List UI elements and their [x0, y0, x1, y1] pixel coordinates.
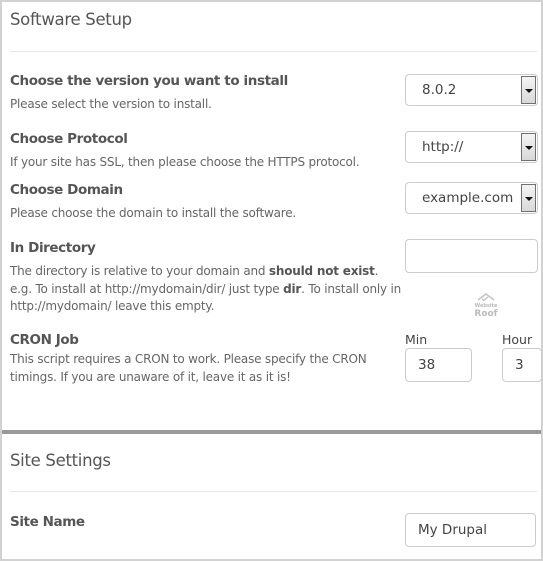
- section-separator: [2, 430, 541, 434]
- cron-description: This script requires a CRON to work. Ple…: [10, 352, 367, 384]
- section-divider: [10, 491, 537, 492]
- website-roof-logo-icon: Website Roof: [472, 293, 500, 319]
- version-description: Please select the version to install.: [10, 97, 212, 111]
- protocol-label: Choose Protocol: [10, 131, 128, 147]
- section-title-software-setup: Software Setup: [10, 10, 132, 29]
- cron-hour-label: Hour: [502, 332, 533, 347]
- directory-description: The directory is relative to your domain…: [10, 264, 402, 313]
- version-select-value: 8.0.2: [422, 82, 457, 98]
- section-divider: [10, 51, 537, 52]
- cron-hour-input[interactable]: 3: [502, 348, 542, 382]
- protocol-description: If your site has SSL, then please choose…: [10, 155, 360, 169]
- chevron-down-icon[interactable]: [521, 76, 536, 104]
- cron-min-input[interactable]: 38: [405, 348, 472, 382]
- chevron-down-icon[interactable]: [521, 133, 536, 161]
- site-name-label: Site Name: [10, 514, 85, 530]
- domain-label: Choose Domain: [10, 182, 123, 198]
- protocol-select[interactable]: http://: [405, 131, 538, 163]
- directory-input[interactable]: [405, 239, 538, 273]
- domain-select-value: example.com: [422, 190, 514, 206]
- section-title-site-settings: Site Settings: [10, 451, 111, 470]
- domain-description: Please choose the domain to install the …: [10, 206, 297, 220]
- cron-min-label: Min: [405, 332, 428, 347]
- protocol-select-value: http://: [422, 139, 464, 155]
- version-label: Choose the version you want to install: [10, 73, 288, 89]
- site-name-input[interactable]: My Drupal: [405, 513, 536, 547]
- install-form-panel: Software Setup Choose the version you wa…: [2, 0, 542, 559]
- chevron-down-icon[interactable]: [521, 184, 536, 212]
- domain-select[interactable]: example.com: [405, 182, 538, 214]
- version-select[interactable]: 8.0.2: [405, 74, 538, 106]
- cron-label: CRON Job: [10, 332, 79, 348]
- directory-label: In Directory: [10, 240, 96, 256]
